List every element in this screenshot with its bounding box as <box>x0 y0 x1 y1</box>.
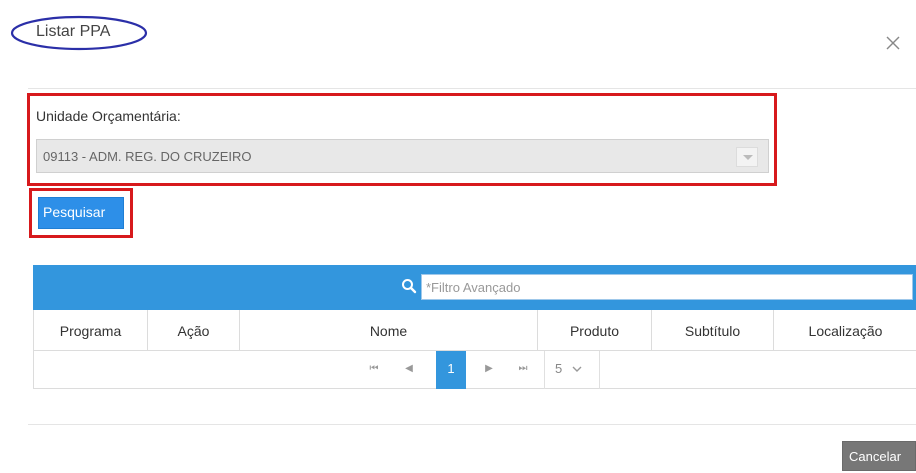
dialog-title-area: Listar PPA <box>10 14 148 52</box>
uo-selected-value: 09113 - ADM. REG. DO CRUZEIRO <box>43 149 252 164</box>
advanced-filter-input[interactable] <box>421 274 913 300</box>
close-icon[interactable] <box>884 34 902 52</box>
chevron-down-icon[interactable] <box>736 147 758 167</box>
column-header-produto[interactable]: Produto <box>538 310 652 350</box>
dialog-title: Listar PPA <box>36 23 111 40</box>
column-header-subtitulo[interactable]: Subtítulo <box>652 310 774 350</box>
search-highlight-box: Pesquisar <box>29 188 133 238</box>
column-header-acao[interactable]: Ação <box>148 310 240 350</box>
prev-page-icon[interactable]: ◀ <box>394 351 424 389</box>
uo-label: Unidade Orçamentária: <box>36 108 181 124</box>
page-size-value: 5 <box>555 361 563 376</box>
header-divider <box>28 88 916 89</box>
table-filter-bar <box>33 265 916 310</box>
table-header-row: Programa Ação Nome Produto Subtítulo Loc… <box>33 310 916 351</box>
chevron-down-icon <box>572 366 582 372</box>
page-1-button[interactable]: 1 <box>436 351 466 389</box>
last-page-icon[interactable]: ⏭ <box>508 351 538 389</box>
page-size-select[interactable]: 5 <box>544 351 600 389</box>
footer-divider <box>28 424 916 425</box>
column-header-nome[interactable]: Nome <box>240 310 538 350</box>
first-page-icon[interactable]: ⏮ <box>359 351 389 389</box>
search-button[interactable]: Pesquisar <box>38 197 124 229</box>
next-page-icon[interactable]: ▶ <box>474 351 504 389</box>
cancel-button[interactable]: Cancelar <box>842 441 916 471</box>
column-header-programa[interactable]: Programa <box>34 310 148 350</box>
uo-highlight-box: Unidade Orçamentária: 09113 - ADM. REG. … <box>27 93 777 186</box>
column-header-localizacao[interactable]: Localização <box>774 310 916 350</box>
pager: ⏮ ◀ 1 ▶ ⏭ 5 <box>33 351 916 389</box>
uo-select[interactable]: 09113 - ADM. REG. DO CRUZEIRO <box>36 139 769 173</box>
search-icon <box>402 279 417 294</box>
